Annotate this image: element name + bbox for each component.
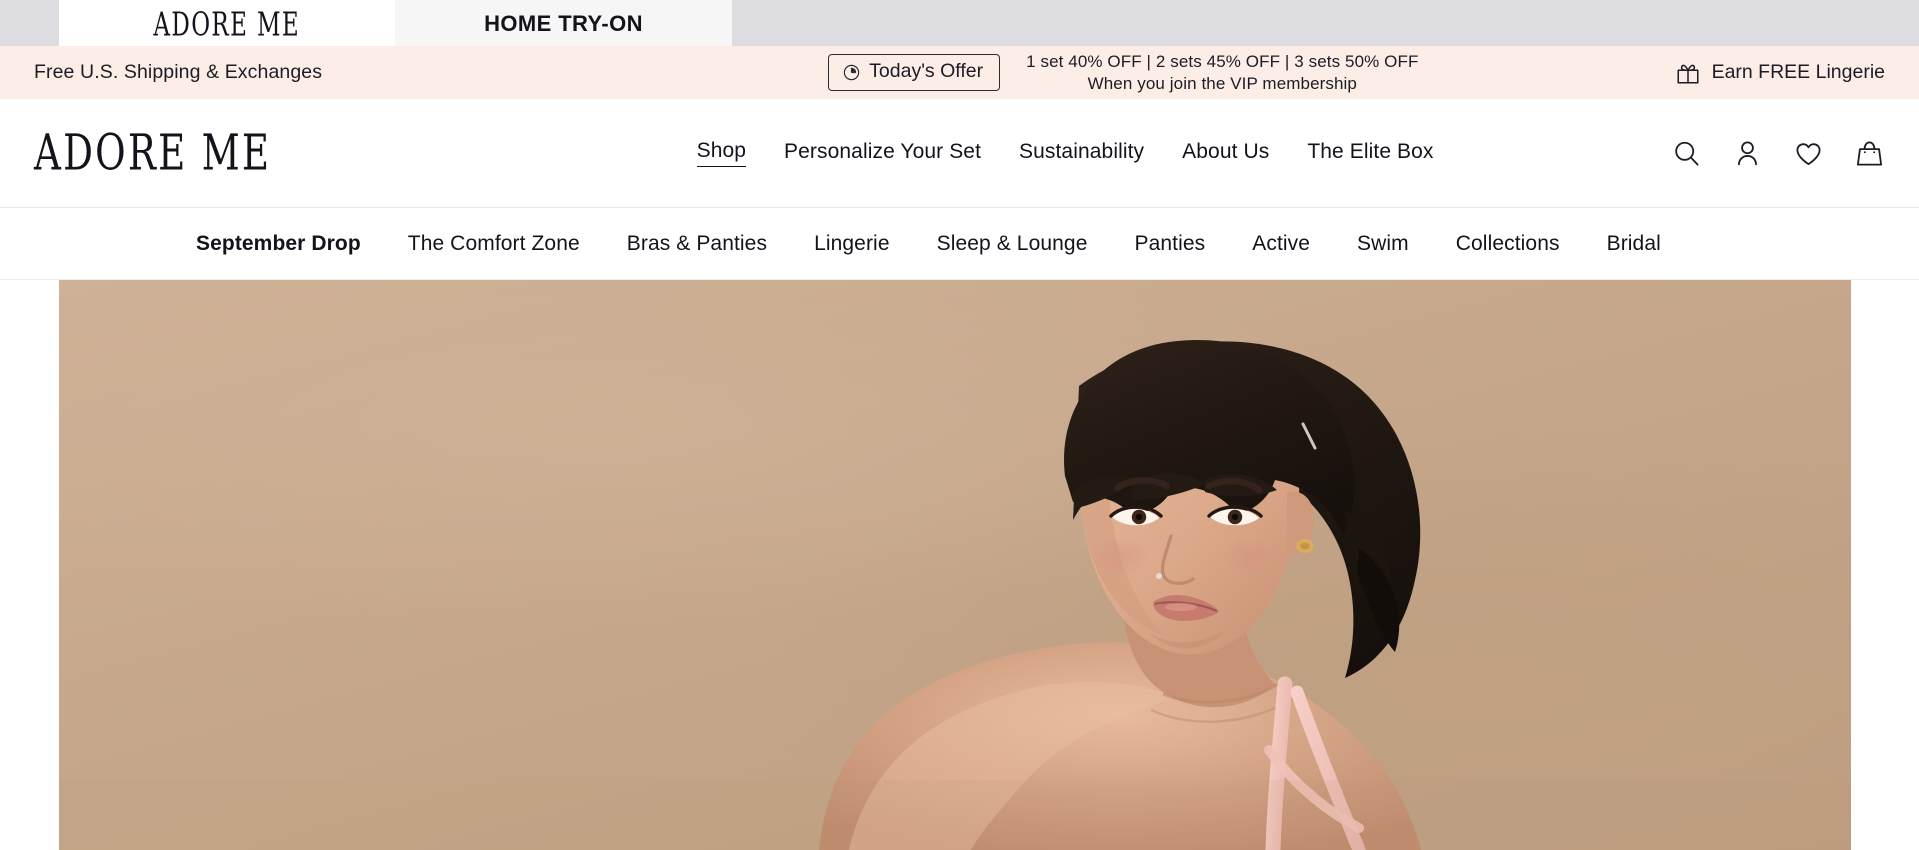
category-item-september-drop[interactable]: September Drop bbox=[196, 232, 361, 256]
top-sticky-strip: ADORE ME HOME TRY-ON bbox=[0, 0, 1919, 46]
top-panel-home-tryon[interactable]: HOME TRY-ON bbox=[395, 0, 732, 46]
header-icon-group bbox=[1671, 138, 1885, 169]
category-item-active[interactable]: Active bbox=[1252, 232, 1310, 256]
category-item-collections[interactable]: Collections bbox=[1456, 232, 1560, 256]
earn-free-lingerie-label: Earn FREE Lingerie bbox=[1711, 61, 1885, 83]
promo-offer-copy: 1 set 40% OFF | 2 sets 45% OFF | 3 sets … bbox=[1026, 51, 1418, 95]
nav-item-the-elite-box[interactable]: The Elite Box bbox=[1307, 140, 1433, 167]
category-item-bras-and-panties[interactable]: Bras & Panties bbox=[627, 232, 767, 256]
top-panel-brand[interactable]: ADORE ME bbox=[59, 0, 395, 46]
todays-offer-button[interactable]: Today's Offer bbox=[828, 54, 1001, 91]
hero-banner[interactable] bbox=[59, 280, 1851, 850]
clock-icon bbox=[842, 63, 861, 82]
promo-center-group: Today's Offer 1 set 40% OFF | 2 sets 45%… bbox=[572, 51, 1675, 95]
promo-offer-line-1: 1 set 40% OFF | 2 sets 45% OFF | 3 sets … bbox=[1026, 51, 1419, 71]
category-item-bridal[interactable]: Bridal bbox=[1607, 232, 1661, 256]
earn-free-lingerie-link[interactable]: Earn FREE Lingerie bbox=[1675, 60, 1885, 86]
primary-nav: Shop Personalize Your Set Sustainability… bbox=[499, 139, 1631, 167]
nav-item-personalize-your-set[interactable]: Personalize Your Set bbox=[784, 140, 981, 167]
search-icon[interactable] bbox=[1671, 138, 1702, 169]
promo-shipping-text: Free U.S. Shipping & Exchanges bbox=[34, 61, 323, 83]
gift-icon bbox=[1675, 60, 1701, 86]
category-nav: September Drop The Comfort Zone Bras & P… bbox=[0, 208, 1919, 280]
category-item-lingerie[interactable]: Lingerie bbox=[814, 232, 890, 256]
main-header: ADORE ME Shop Personalize Your Set Susta… bbox=[0, 99, 1919, 208]
top-panel-home-tryon-label: HOME TRY-ON bbox=[484, 11, 643, 36]
account-icon[interactable] bbox=[1732, 138, 1763, 169]
category-item-the-comfort-zone[interactable]: The Comfort Zone bbox=[408, 232, 580, 256]
hero-section bbox=[0, 280, 1919, 850]
top-strip-right-gutter bbox=[732, 0, 1919, 46]
category-item-swim[interactable]: Swim bbox=[1357, 232, 1409, 256]
hero-model-illustration bbox=[59, 339, 1851, 850]
site-logo[interactable]: ADORE ME bbox=[34, 128, 271, 178]
shopping-bag-icon[interactable] bbox=[1854, 138, 1885, 169]
promo-bar: Free U.S. Shipping & Exchanges Today's O… bbox=[0, 46, 1919, 99]
top-strip-left-gutter bbox=[0, 0, 59, 46]
todays-offer-label: Today's Offer bbox=[869, 60, 984, 83]
nav-item-about-us[interactable]: About Us bbox=[1182, 140, 1269, 167]
category-item-sleep-and-lounge[interactable]: Sleep & Lounge bbox=[937, 232, 1088, 256]
promo-offer-line-2: When you join the VIP membership bbox=[1087, 73, 1357, 93]
category-item-panties[interactable]: Panties bbox=[1134, 232, 1205, 256]
wishlist-heart-icon[interactable] bbox=[1793, 138, 1824, 169]
nav-item-sustainability[interactable]: Sustainability bbox=[1019, 140, 1144, 167]
top-panel-brand-label: ADORE ME bbox=[153, 4, 301, 44]
nav-item-shop[interactable]: Shop bbox=[696, 139, 747, 167]
page-root: ADORE ME HOME TRY-ON Free U.S. Shipping … bbox=[0, 0, 1919, 850]
